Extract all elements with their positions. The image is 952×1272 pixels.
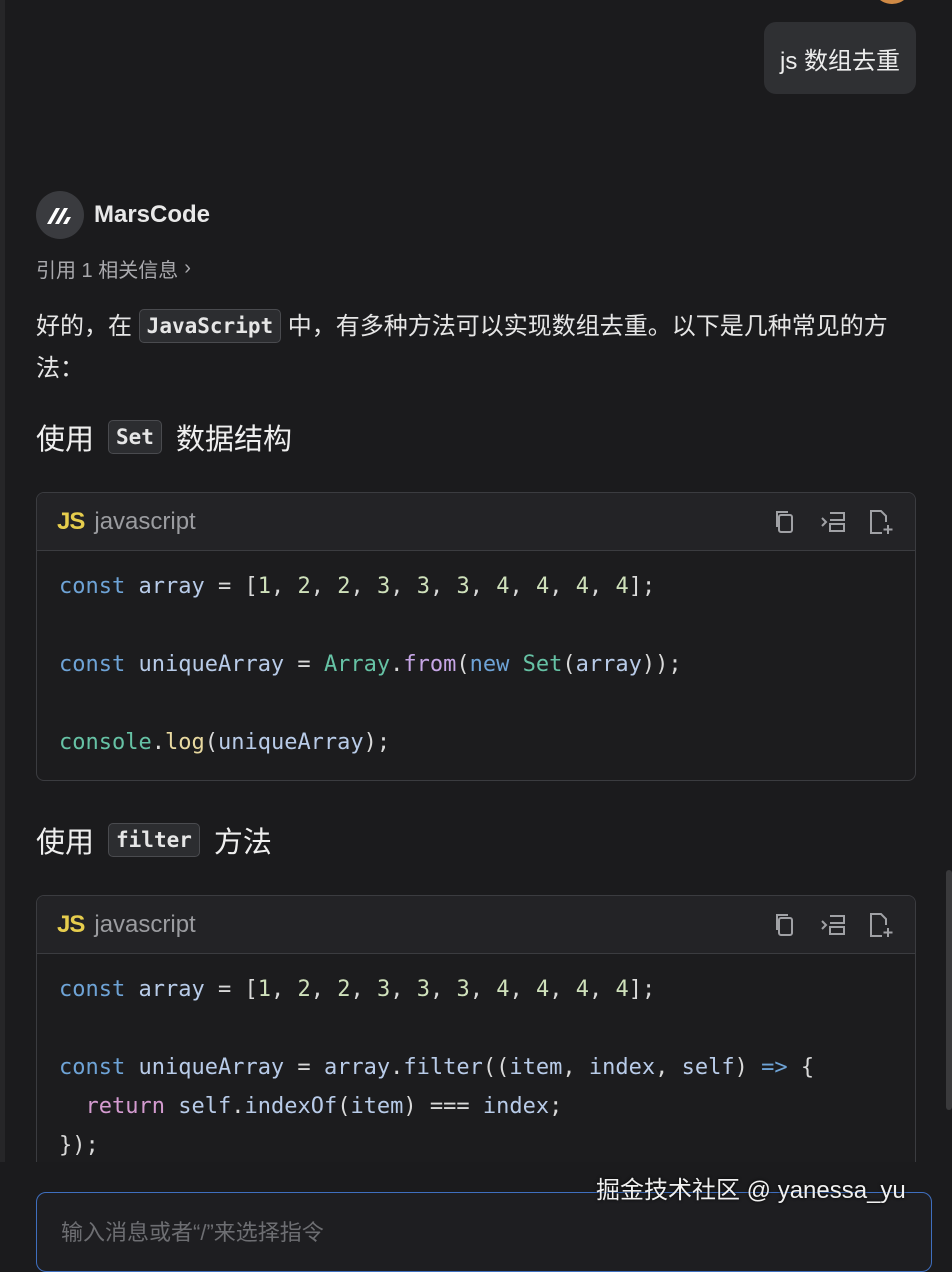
references-toggle[interactable]: 引用 1 相关信息 › (36, 254, 191, 283)
user-message-text: js 数组去重 (780, 47, 900, 75)
code-line: }); (59, 1133, 99, 1158)
inline-code-filter: filter (108, 823, 200, 857)
section-heading-set: 使用 Set 数据结构 (36, 416, 292, 458)
left-edge (0, 0, 5, 1232)
code-body: const array = [1, 2, 2, 3, 3, 3, 4, 4, 4… (37, 551, 915, 780)
marscode-logo-icon (36, 191, 84, 239)
references-label: 引用 1 相关信息 (36, 260, 179, 282)
code-line: return self.indexOf(item) === index; (85, 1094, 563, 1119)
intro-text-before: 好的，在 (36, 313, 132, 340)
chevron-right-icon: › (184, 257, 191, 279)
new-file-icon[interactable] (865, 909, 897, 941)
inline-code-set: Set (108, 420, 162, 454)
heading-text-after: 数据结构 (175, 424, 292, 456)
code-toolbar (753, 506, 897, 538)
user-avatar (872, 0, 912, 4)
assistant-header: MarsCode (36, 191, 210, 239)
insert-icon[interactable] (817, 506, 849, 538)
assistant-name: MarsCode (94, 201, 211, 228)
chat-input-placeholder: 输入消息或者“/”来选择指令 (61, 1220, 324, 1245)
code-language-label: javascript (94, 507, 196, 535)
section-heading-filter: 使用 filter 方法 (36, 819, 272, 861)
code-block-header: JS javascript (37, 896, 915, 954)
heading-text-before: 使用 (36, 424, 95, 456)
new-file-icon[interactable] (865, 506, 897, 538)
code-line: const uniqueArray = Array.from(new Set(a… (59, 652, 682, 677)
code-block-header: JS javascript (37, 493, 915, 551)
insert-icon[interactable] (817, 909, 849, 941)
code-toolbar (753, 909, 897, 941)
copy-icon[interactable] (769, 909, 801, 941)
user-message-bubble: js 数组去重 (764, 22, 916, 94)
copy-icon[interactable] (769, 506, 801, 538)
assistant-intro-text: 好的，在 JavaScript 中，有多种方法可以实现数组去重。以下是几种常见的… (36, 306, 906, 390)
scrollbar-thumb[interactable] (946, 870, 952, 1110)
code-block-set: JS javascript const array = [1, 2, 2, 3,… (36, 492, 916, 781)
heading-text-after: 方法 (213, 827, 272, 859)
code-language-label: javascript (94, 910, 196, 938)
code-line: const uniqueArray = array.filter((item, … (59, 1055, 815, 1080)
watermark: 掘金技术社区 @ yanessa_yu (596, 1177, 906, 1204)
js-language-icon: JS (57, 507, 85, 535)
heading-text-before: 使用 (36, 827, 95, 859)
code-line: console.log(uniqueArray); (59, 730, 391, 755)
js-language-icon: JS (57, 910, 85, 938)
inline-code-javascript: JavaScript (138, 309, 282, 343)
code-line: const array = [1, 2, 2, 3, 3, 3, 4, 4, 4… (59, 574, 656, 599)
code-body: const array = [1, 2, 2, 3, 3, 3, 4, 4, 4… (37, 954, 915, 1183)
code-line: const array = [1, 2, 2, 3, 3, 3, 4, 4, 4… (59, 977, 656, 1002)
